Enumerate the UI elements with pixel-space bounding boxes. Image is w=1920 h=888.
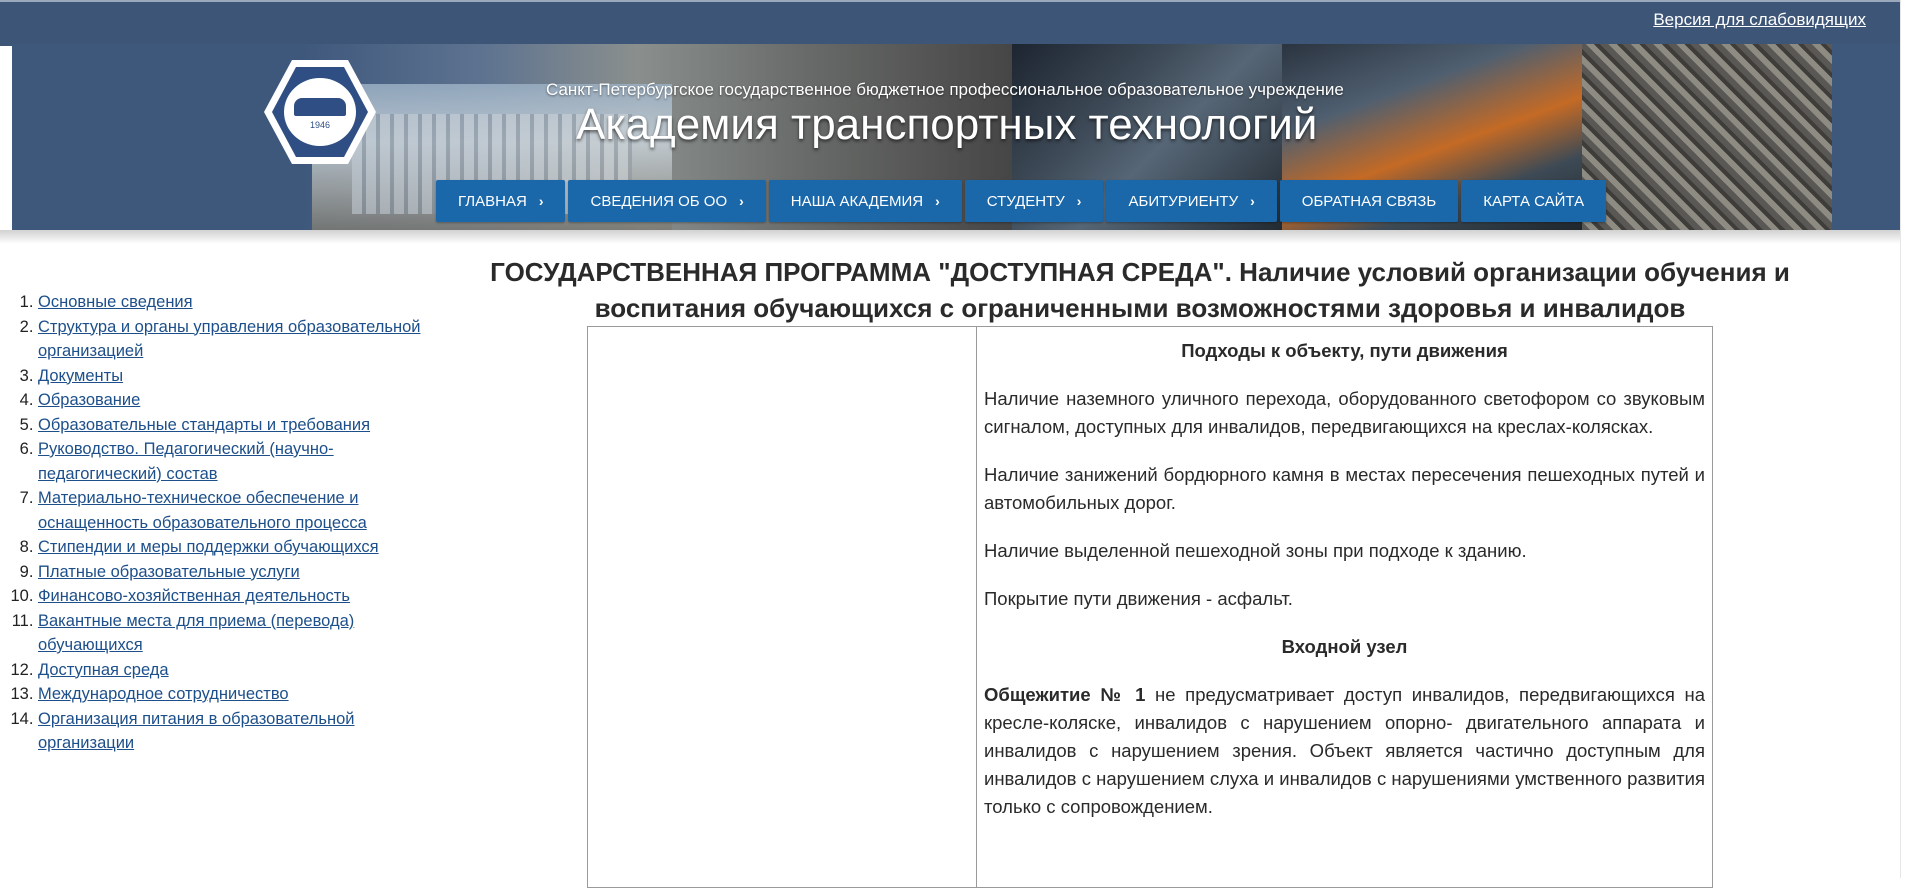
sidebar-link[interactable]: Образование: [38, 391, 140, 409]
sidebar-list-item: Международное сотрудничество: [38, 682, 428, 707]
sidebar-link[interactable]: Материально-техническое обеспечение и ос…: [38, 489, 367, 532]
sidebar-list-item: Структура и органы управления образовате…: [38, 315, 428, 364]
chevron-right-icon: ›: [1076, 193, 1082, 209]
institution-subtitle: Санкт-Петербургское государственное бюдж…: [546, 80, 1344, 99]
sidebar-link[interactable]: Финансово-хозяйственная деятельность: [38, 587, 350, 605]
page-title: ГОСУДАРСТВЕННАЯ ПРОГРАММА "ДОСТУПНАЯ СРЕ…: [490, 257, 1790, 323]
sidebar-link[interactable]: Вакантные места для приема (перевода) об…: [38, 612, 354, 655]
sidebar-list-item: Руководство. Педагогический (научно-педа…: [38, 437, 428, 486]
sidebar-list-item: Платные образовательные услуги: [38, 560, 428, 585]
sidebar-link[interactable]: Доступная среда: [38, 661, 169, 679]
sidebar-link[interactable]: Платные образовательные услуги: [38, 563, 300, 581]
paragraph: Покрытие пути движения - асфальт.: [984, 588, 1293, 609]
section-title: Входной узел: [1281, 636, 1408, 657]
nav-item-feedback[interactable]: ОБРАТНАЯ СВЯЗЬ: [1279, 180, 1459, 222]
paragraph: Общежитие № 1 не предусматривает доступ …: [984, 681, 1705, 821]
nav-item-sitemap[interactable]: КАРТА САЙТА: [1461, 180, 1607, 222]
sidebar-list-item: Материально-техническое обеспечение и ос…: [38, 486, 428, 535]
site-title[interactable]: Академия транспортных технологий: [576, 100, 1317, 150]
content-table: Подходы к объекту, пути движения Наличие…: [587, 326, 1713, 888]
nav-item-home[interactable]: ГЛАВНАЯ ›: [436, 180, 566, 222]
sidebar-list-item: Документы: [38, 364, 428, 389]
sidebar-list-item: Вакантные места для приема (перевода) об…: [38, 609, 428, 658]
sidebar-link[interactable]: Документы: [38, 367, 123, 385]
sidebar-list-item: Организация питания в образовательной ор…: [38, 707, 428, 756]
sidebar-link[interactable]: Руководство. Педагогический (научно-педа…: [38, 440, 334, 483]
chevron-right-icon: ›: [1250, 193, 1255, 209]
sidebar-link[interactable]: Структура и органы управления образовате…: [38, 318, 420, 361]
nav-item-label: СВЕДЕНИЯ ОБ ОО: [590, 192, 728, 210]
paragraph: Наличие выделенной пешеходной зоны при п…: [984, 540, 1527, 561]
nav-item-applicant[interactable]: АБИТУРИЕНТУ ›: [1106, 180, 1277, 222]
nav-item-label: НАША АКАДЕМИЯ: [790, 192, 924, 210]
sidebar-link[interactable]: Международное сотрудничество: [38, 685, 289, 703]
table-empty-cell: [588, 327, 977, 887]
paragraph: Наличие наземного уличного перехода, обо…: [984, 388, 1705, 437]
low-vision-version-link[interactable]: Версия для слабовидящих: [1653, 10, 1866, 30]
nav-item-label: АБИТУРИЕНТУ: [1128, 192, 1239, 210]
dormitory-name: Общежитие № 1: [984, 684, 1146, 705]
nav-item-student[interactable]: СТУДЕНТУ ›: [964, 180, 1104, 222]
main-navigation: ГЛАВНАЯ › СВЕДЕНИЯ ОБ ОО › НАША АКАДЕМИЯ…: [436, 180, 1609, 222]
sidebar-list-item: Образование: [38, 388, 428, 413]
sidebar-list-item: Финансово-хозяйственная деятельность: [38, 584, 428, 609]
header-shadow: [0, 230, 1900, 244]
page-right-edge: [1900, 0, 1920, 878]
sidebar-menu: Основные сведения Структура и органы упр…: [8, 290, 428, 756]
sidebar-link[interactable]: Стипендии и меры поддержки обучающихся: [38, 538, 379, 556]
nav-item-academy[interactable]: НАША АКАДЕМИЯ ›: [768, 180, 962, 222]
paragraph: Наличие занижений бордюрного камня в мес…: [984, 464, 1705, 513]
sidebar-list-item: Основные сведения: [38, 290, 428, 315]
sidebar-link[interactable]: Основные сведения: [38, 293, 193, 311]
top-bar: Версия для слабовидящих: [0, 0, 1900, 46]
sidebar-link[interactable]: Организация питания в образовательной ор…: [38, 710, 354, 753]
nav-item-label: ОБРАТНАЯ СВЯЗЬ: [1301, 192, 1437, 210]
chevron-right-icon: ›: [538, 193, 544, 209]
parts-photo: [1582, 44, 1832, 230]
sidebar-link[interactable]: Образовательные стандарты и требования: [38, 416, 370, 434]
chevron-right-icon: ›: [935, 193, 940, 209]
sidebar-list-item: Стипендии и меры поддержки обучающихся: [38, 535, 428, 560]
sidebar-list-item: Образовательные стандарты и требования: [38, 413, 428, 438]
section-title: Подходы к объекту, пути движения: [1181, 340, 1508, 361]
sidebar-list-item: Доступная среда: [38, 658, 428, 683]
car-icon: [294, 98, 346, 116]
nav-item-info[interactable]: СВЕДЕНИЯ ОБ ОО ›: [568, 180, 766, 222]
chevron-right-icon: ›: [739, 193, 744, 209]
nav-item-label: КАРТА САЙТА: [1483, 192, 1585, 210]
table-content-cell: Подходы к объекту, пути движения Наличие…: [977, 327, 1712, 887]
nav-item-label: ГЛАВНАЯ: [458, 192, 527, 210]
nav-item-label: СТУДЕНТУ: [986, 192, 1065, 210]
logo-year: 1946: [309, 120, 331, 130]
